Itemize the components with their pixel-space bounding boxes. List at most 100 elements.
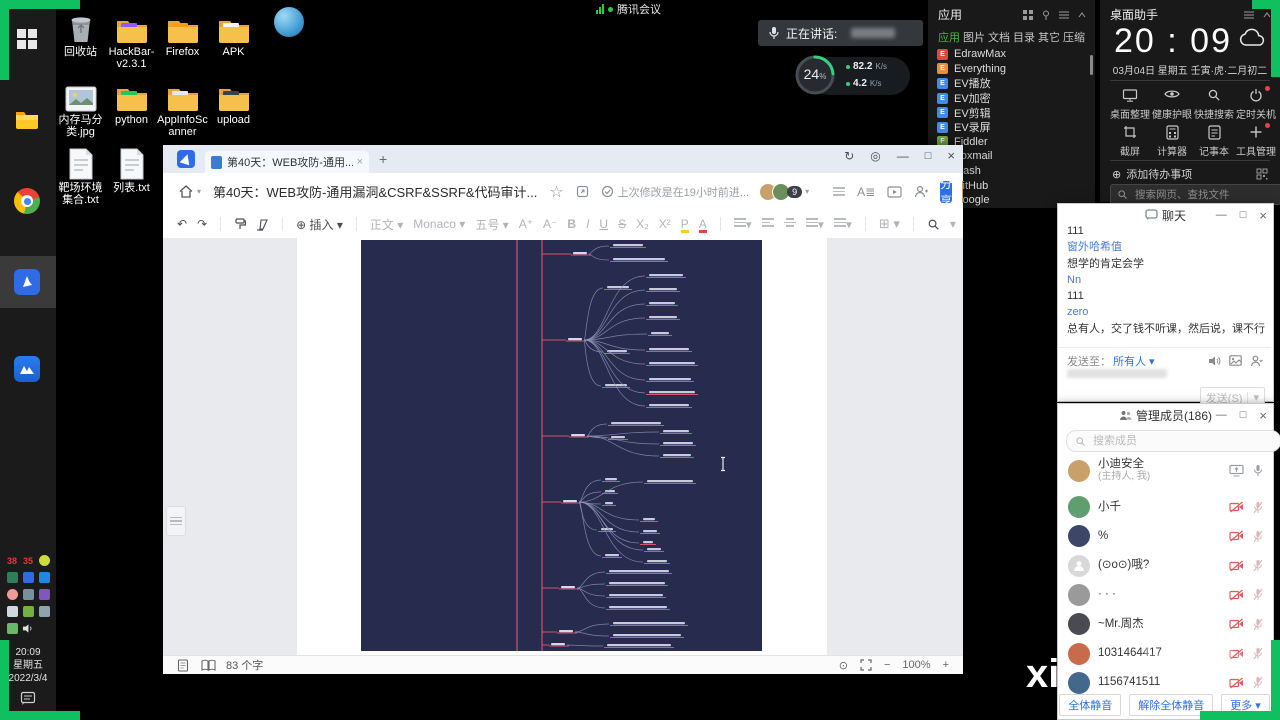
app-panel-tab-图片[interactable]: 图片: [963, 29, 985, 45]
tray-icon[interactable]: [20, 620, 36, 637]
desktop-icon[interactable]: python: [106, 78, 157, 126]
app-panel-tab-应用[interactable]: 应用: [938, 29, 960, 45]
member-search-box[interactable]: [1066, 430, 1280, 452]
clear-format-icon[interactable]: [256, 218, 269, 231]
app-panel-item[interactable]: E Everything: [928, 62, 1095, 77]
align-left-icon[interactable]: [761, 216, 774, 232]
tencent-meeting-taskbar-icon[interactable]: [14, 356, 42, 384]
mic-off-icon[interactable]: [1253, 559, 1263, 572]
todo-add-row[interactable]: ⊕ 添加待办事项: [1112, 166, 1268, 182]
tray-icon[interactable]: 38: [4, 552, 20, 569]
tray-icon[interactable]: [4, 620, 20, 637]
maximize-button[interactable]: □: [925, 150, 932, 162]
maximize-button[interactable]: □: [1240, 409, 1247, 421]
document-area[interactable]: ⋯1: [163, 238, 963, 655]
assistant-shortcut[interactable]: 工具管理: [1234, 123, 1278, 158]
desktop-icon[interactable]: 内存马分类.jpg: [55, 78, 106, 138]
line-spacing-icon[interactable]: ▾: [805, 216, 824, 232]
mic-off-icon[interactable]: [1253, 618, 1263, 631]
member-row[interactable]: (⊙o⊙)哦?: [1068, 554, 1263, 577]
camera-off-icon[interactable]: [1229, 560, 1244, 572]
zoom-in-icon[interactable]: +: [943, 659, 949, 671]
wps-taskbar-icon[interactable]: [14, 269, 42, 297]
chat-input[interactable]: [1067, 369, 1167, 378]
close-button[interactable]: ×: [1259, 208, 1267, 223]
desktop-icon[interactable]: 回收站: [55, 10, 106, 58]
camera-off-icon[interactable]: [1229, 530, 1244, 542]
new-tab-button[interactable]: +: [379, 151, 387, 167]
camera-off-icon[interactable]: [1229, 501, 1244, 513]
document-tab[interactable]: 第40天：WEB攻防-通用... ×: [205, 151, 369, 173]
chat-messages[interactable]: 111 窗外哈希值 想学的肯定会学 Nn 111 zero 总有人，交了钱不听课，然后说，课…: [1067, 223, 1267, 337]
image-icon[interactable]: [1229, 355, 1242, 367]
invite-person-icon[interactable]: [914, 185, 929, 198]
grid-view-icon[interactable]: [1023, 9, 1033, 20]
align-center-icon[interactable]: [783, 216, 796, 232]
app-panel-item[interactable]: E EV加密: [928, 91, 1095, 106]
maximize-button[interactable]: □: [1240, 209, 1247, 221]
reading-layout-icon[interactable]: [201, 659, 216, 671]
wps-logo[interactable]: [177, 150, 195, 168]
bullet-list-icon[interactable]: ▾: [733, 216, 752, 232]
desktop-icon[interactable]: AppInfoScanner: [157, 78, 208, 138]
collapse-icon[interactable]: [1077, 10, 1087, 20]
member-title-bar[interactable]: 管理成员(186) — □ ×: [1058, 404, 1273, 426]
floating-assist-ball[interactable]: [274, 7, 304, 37]
outline-tab[interactable]: [166, 506, 186, 536]
assistant-shortcut[interactable]: 定时关机: [1234, 86, 1278, 121]
star-icon[interactable]: ☆: [549, 182, 563, 202]
minimize-button[interactable]: —: [1216, 209, 1227, 221]
account-avatar[interactable]: [962, 180, 963, 203]
member-row[interactable]: 小千: [1068, 496, 1263, 518]
notification-center-icon[interactable]: [20, 690, 36, 706]
italic-icon[interactable]: I: [586, 217, 589, 231]
font-color-icon[interactable]: A: [698, 217, 707, 233]
weather-cloud-icon[interactable]: [1238, 26, 1268, 48]
assistant-shortcut[interactable]: 记事本: [1192, 125, 1236, 158]
app-panel-item[interactable]: E EdrawMax: [928, 47, 1095, 62]
screen-share-icon[interactable]: [1229, 464, 1244, 477]
mic-off-icon[interactable]: [1253, 647, 1263, 660]
sync-icon[interactable]: ↻: [844, 149, 854, 163]
start-button[interactable]: [14, 26, 42, 54]
bold-icon[interactable]: B: [567, 217, 576, 231]
app-panel-item[interactable]: E EV录屏: [928, 120, 1095, 135]
close-button[interactable]: ×: [1259, 408, 1267, 423]
mention-person-icon[interactable]: [1250, 355, 1263, 367]
app-panel-tab-其它[interactable]: 其它: [1038, 29, 1060, 45]
desktop-icon[interactable]: Firefox: [157, 10, 208, 58]
chrome-icon[interactable]: [14, 188, 42, 216]
menu-icon[interactable]: [1244, 10, 1254, 20]
share-button[interactable]: 分享: [940, 177, 953, 208]
mute-all-button[interactable]: 全体静音: [1059, 694, 1122, 716]
app-panel-tab-目录[interactable]: 目录: [1013, 29, 1035, 45]
pin-icon[interactable]: [1041, 10, 1051, 20]
tray-icon[interactable]: [36, 569, 52, 586]
collab-caret-icon[interactable]: ▾: [805, 187, 809, 196]
system-tray[interactable]: 38 35: [4, 552, 52, 637]
tray-icon[interactable]: [20, 586, 36, 603]
mic-off-icon[interactable]: [1253, 501, 1263, 514]
assistant-shortcut[interactable]: 桌面整理: [1108, 88, 1152, 121]
desktop-icon[interactable]: upload: [208, 78, 259, 126]
fullscreen-icon[interactable]: [860, 659, 872, 671]
zoom-level[interactable]: 100%: [902, 659, 930, 671]
undo-icon[interactable]: ↶: [177, 217, 187, 231]
qr-icon[interactable]: [1256, 168, 1268, 180]
assistant-shortcut[interactable]: 健康护眼: [1150, 88, 1194, 121]
close-button[interactable]: ×: [947, 148, 955, 163]
home-caret-icon[interactable]: ▾: [197, 187, 201, 196]
mic-icon[interactable]: [1253, 464, 1263, 477]
font-select[interactable]: Monaco ▾: [413, 217, 465, 231]
menu-icon[interactable]: [833, 185, 846, 198]
camera-off-icon[interactable]: [1229, 589, 1244, 601]
font-size-select[interactable]: 五号 ▾: [475, 216, 508, 233]
desktop-icon[interactable]: HackBar-v2.3.1: [106, 10, 157, 70]
member-search-input[interactable]: [1091, 434, 1245, 448]
tray-icon[interactable]: [20, 569, 36, 586]
mic-off-icon[interactable]: [1253, 588, 1263, 601]
assistant-search-input[interactable]: [1133, 187, 1257, 202]
member-row[interactable]: ~Mr.周杰: [1068, 613, 1263, 636]
tray-icon[interactable]: [36, 586, 52, 603]
app-panel-item[interactable]: E EV播放: [928, 76, 1095, 91]
